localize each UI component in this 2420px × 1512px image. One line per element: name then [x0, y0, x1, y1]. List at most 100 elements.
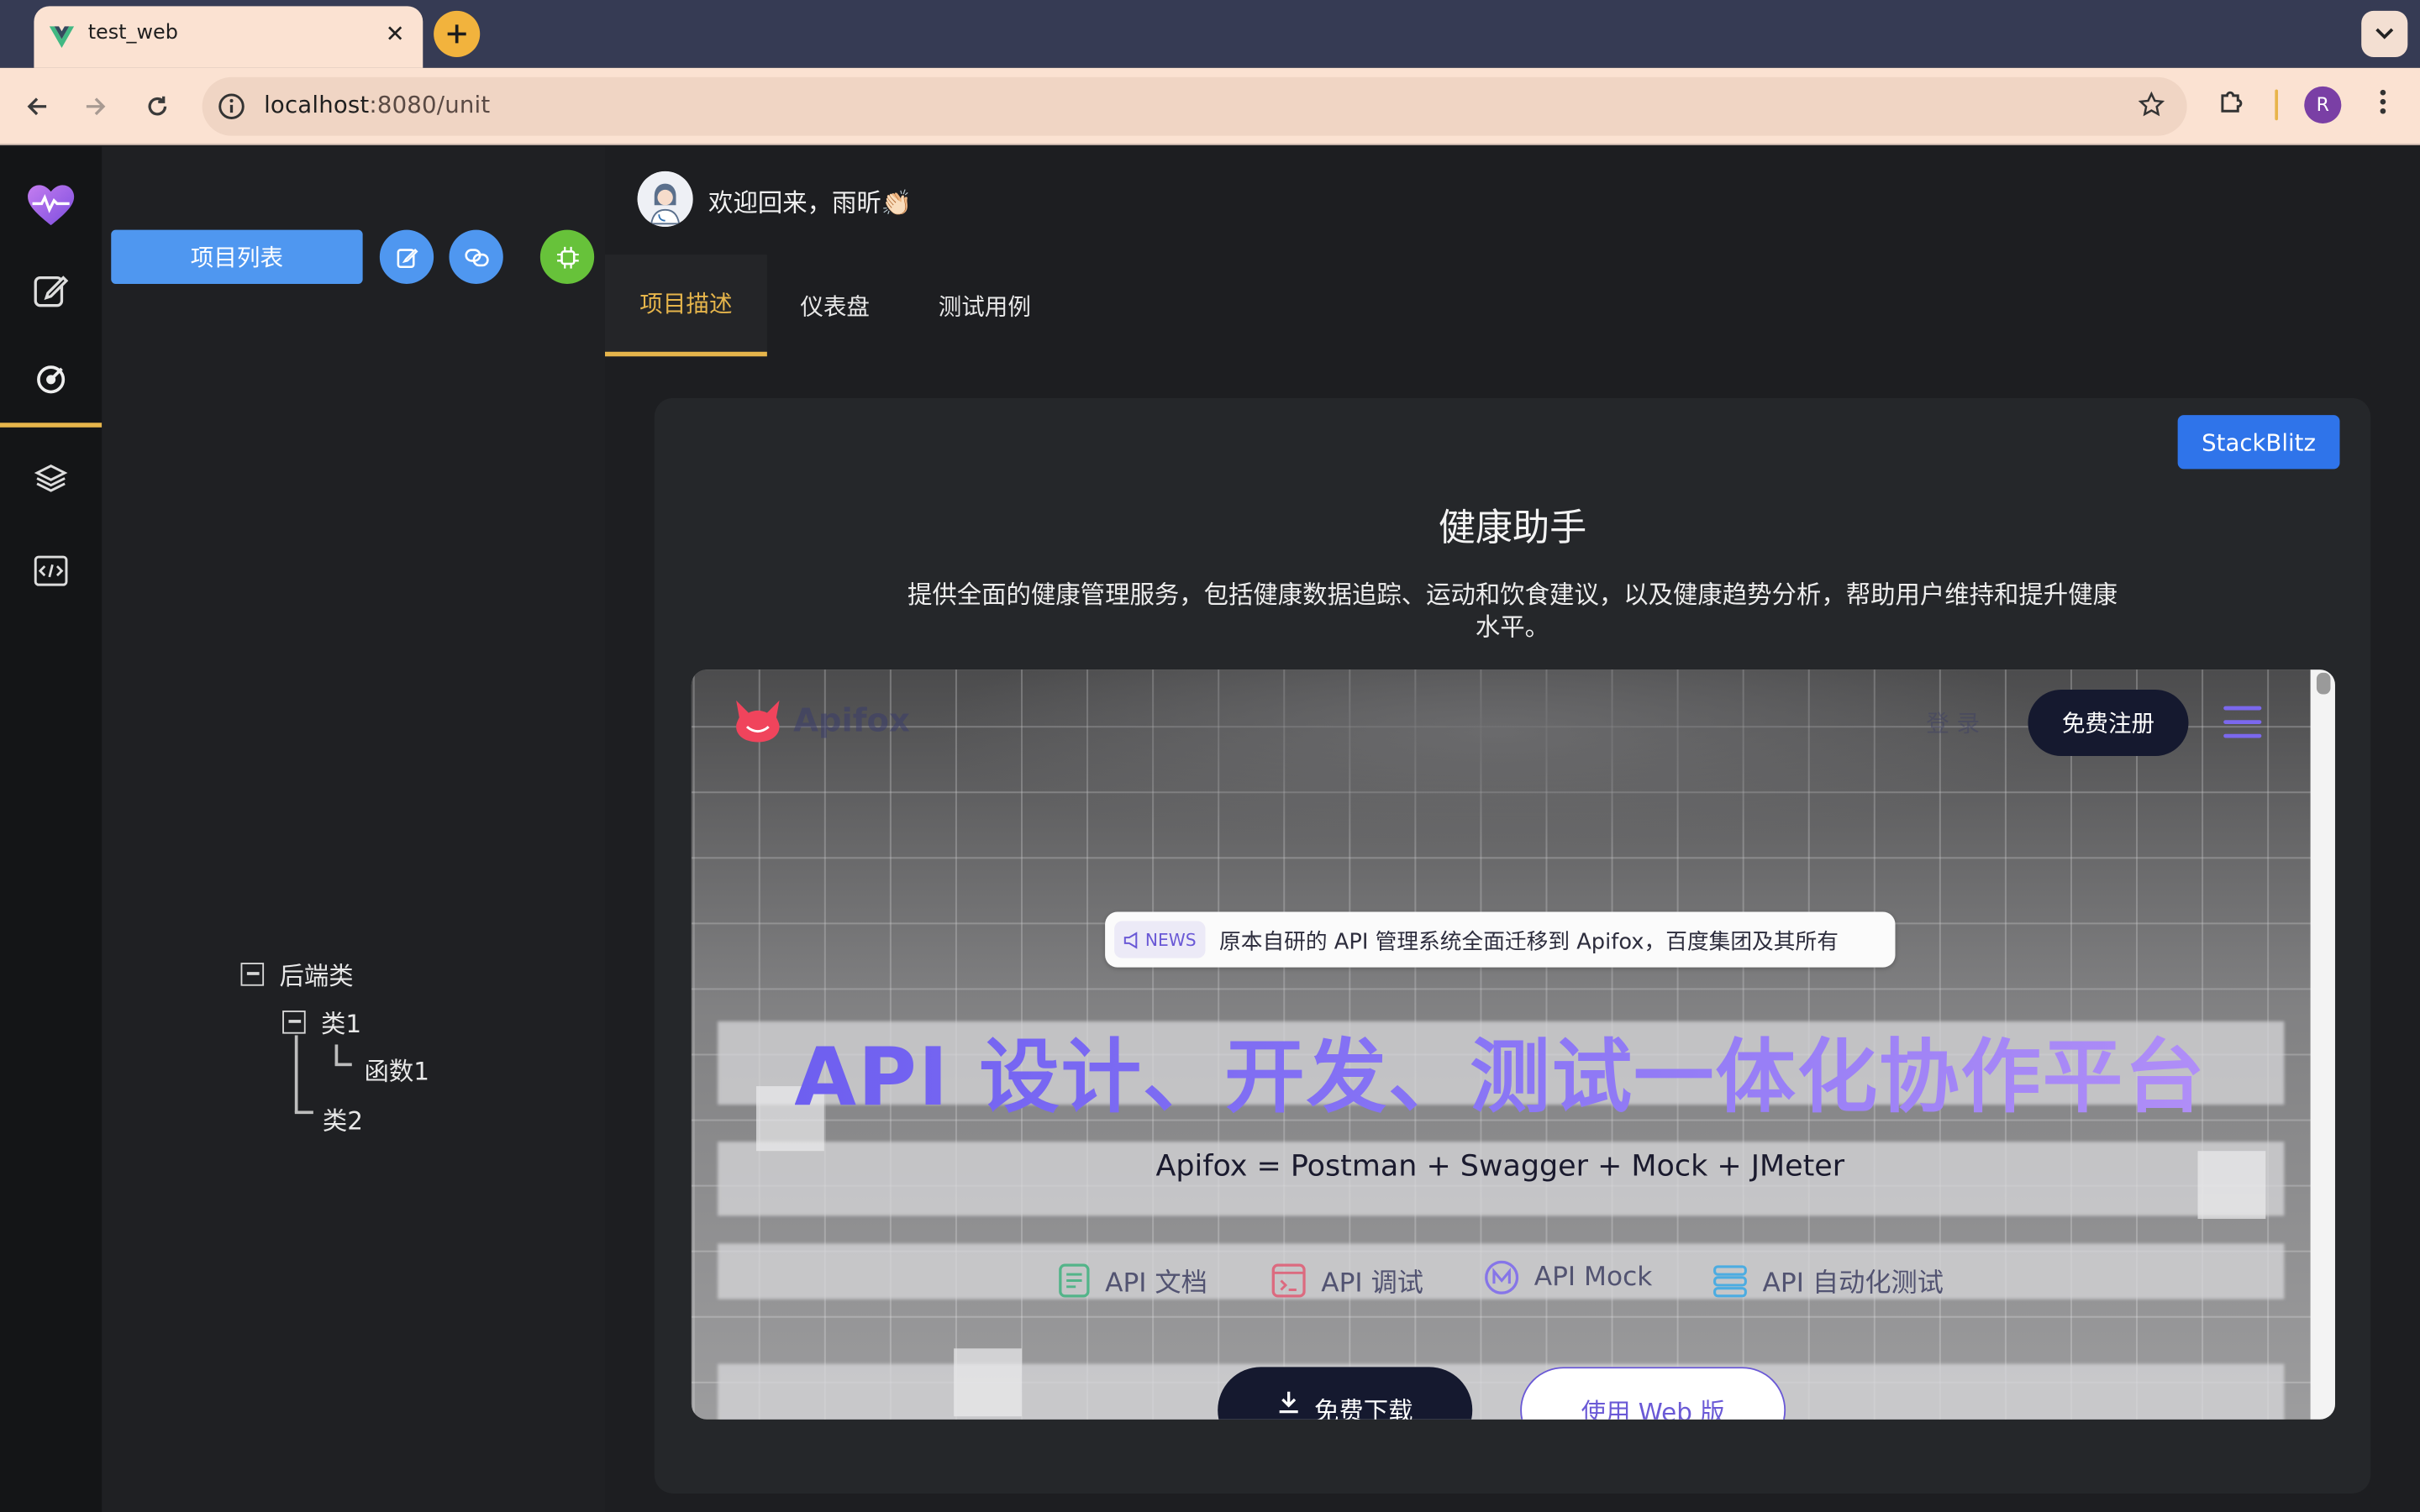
rail-item-edit[interactable] [0, 244, 102, 336]
project-description: 提供全面的健康管理服务，包括健康数据追踪、运动和饮食建议，以及健康趋势分析，帮助… [907, 580, 2118, 643]
feature-api-debug[interactable]: API 调试 [1271, 1261, 1423, 1299]
collapse-icon[interactable] [240, 962, 265, 985]
bookmark-star-icon[interactable] [2138, 91, 2165, 124]
download-button[interactable]: 免费下载 [1218, 1367, 1473, 1420]
tree-node-class2[interactable]: 类2 [323, 1100, 363, 1137]
toolbar-separator [2275, 89, 2279, 121]
scrollbar-thumb[interactable] [2316, 672, 2331, 695]
project-panel: 项目列表 后端类 类1 函数1 类2 [102, 146, 606, 1512]
link-icon [464, 248, 488, 266]
feature-label: API 自动化测试 [1762, 1268, 1944, 1299]
tab-search-button[interactable] [2361, 10, 2408, 57]
embedded-preview[interactable]: Apifox 登 录 免费注册 NEWS 原本自研的 API 管理系统全面迁移到… [691, 669, 2335, 1420]
chip-icon [556, 245, 578, 268]
feature-api-automation[interactable]: API 自动化测试 [1713, 1261, 1944, 1299]
tree-connector [334, 1063, 352, 1066]
heart-pulse-icon [28, 185, 75, 226]
hero-subtitle: Apifox = Postman + Swagger + Mock + JMet… [1155, 1149, 1845, 1184]
register-button[interactable]: 免费注册 [2028, 690, 2189, 757]
mock-m-icon [1485, 1260, 1519, 1294]
doctor-avatar-icon [637, 171, 693, 228]
reload-icon [148, 96, 167, 116]
download-label: 免费下载 [1313, 1396, 1413, 1420]
pixel-block [954, 1348, 1022, 1417]
blur-band [718, 1363, 2285, 1420]
tree-connector [334, 1044, 338, 1065]
edit-icon [34, 276, 69, 307]
tab-description[interactable]: 项目描述 [605, 255, 767, 357]
feature-label: API 调试 [1321, 1268, 1424, 1299]
apifox-logo[interactable]: Apifox [732, 697, 910, 743]
tree-node-backend[interactable]: 后端类 [240, 955, 354, 992]
feature-api-docs[interactable]: API 文档 [1059, 1261, 1207, 1299]
feature-label: API Mock [1534, 1262, 1653, 1294]
tree-label: 类1 [321, 1009, 362, 1039]
forward-button[interactable] [76, 87, 116, 127]
main-content: 欢迎回来，雨昕👏🏻 项目描述 仪表盘 测试用例 StackBlitz 健康助手 … [605, 146, 2420, 1512]
url-host: localhost [264, 91, 370, 119]
download-icon [1280, 1391, 1299, 1414]
sidebar-rail [0, 146, 103, 1512]
address-bar[interactable]: localhost:8080/unit [202, 76, 2187, 136]
browser-tab-strip: test_web ✕ [0, 0, 2420, 68]
extensions-puzzle-icon[interactable] [2217, 87, 2248, 123]
new-tab-button[interactable] [434, 10, 481, 57]
project-title: 健康助手 [1438, 506, 1587, 549]
tree-label: 函数1 [364, 1057, 429, 1087]
edit-project-button[interactable] [379, 229, 434, 284]
screen-root: test_web ✕ localhost:8080/unit R 项目列表 后端… [0, 0, 2420, 1512]
apifox-logo-icon [736, 700, 780, 743]
hero-title-text: API 设计、开发、测试一体化协作平台 [794, 1032, 2207, 1125]
preview-scrollbar[interactable] [2310, 669, 2335, 1420]
rail-item-health[interactable] [0, 159, 102, 251]
layers-icon [34, 465, 68, 492]
automation-stack-icon [1713, 1264, 1747, 1297]
news-text: 原本自研的 API 管理系统全面迁移到 Apifox，百度集团及其所有 [1219, 930, 1839, 955]
vue-favicon-icon [49, 24, 75, 54]
news-tag-label: NEWS [1144, 929, 1197, 950]
reload-button[interactable] [137, 87, 177, 127]
tab-title: test_web [87, 21, 178, 45]
tab-dashboard[interactable]: 仪表盘 [767, 255, 903, 356]
target-icon [37, 365, 66, 393]
url-path: :8080/unit [369, 91, 491, 119]
app-body: 项目列表 后端类 类1 函数1 类2 欢迎回来，雨昕👏🏻 项目描述 仪表盘 测试… [0, 146, 2420, 1512]
back-button[interactable] [17, 87, 57, 127]
news-tag: NEWS [1114, 921, 1206, 958]
more-menu-icon[interactable] [2369, 87, 2396, 123]
chevron-down-icon [2375, 28, 2394, 39]
chip-settings-button[interactable] [539, 229, 595, 284]
hamburger-menu-icon[interactable] [2223, 704, 2263, 747]
project-card: StackBlitz 健康助手 提供全面的健康管理服务，包括健康数据追踪、运动和… [654, 397, 2371, 1494]
plus-icon [447, 24, 466, 44]
stackblitz-button[interactable]: StackBlitz [2177, 415, 2340, 470]
tree-node-func1[interactable]: 函数1 [364, 1051, 429, 1088]
rail-item-code[interactable] [0, 524, 102, 617]
debug-window-icon [1271, 1263, 1306, 1297]
megaphone-icon [1123, 931, 1138, 948]
browser-tab[interactable]: test_web ✕ [34, 6, 424, 68]
hero-title: API 设计、开发、测试一体化协作平台 [692, 1012, 2309, 1128]
user-avatar[interactable] [637, 171, 693, 228]
url-text: localhost:8080/unit [264, 91, 490, 118]
tree-label: 后端类 [279, 961, 354, 991]
profile-avatar[interactable]: R [2304, 86, 2342, 123]
site-info-icon[interactable] [214, 90, 248, 123]
web-version-button[interactable]: 使用 Web 版 [1520, 1367, 1786, 1420]
collapse-icon[interactable] [282, 1010, 306, 1033]
browser-toolbar: localhost:8080/unit R [0, 67, 2420, 145]
news-banner[interactable]: NEWS 原本自研的 API 管理系统全面迁移到 Apifox，百度集团及其所有 [1105, 911, 1896, 968]
tree-label: 类2 [322, 1105, 363, 1136]
tab-test-cases[interactable]: 测试用例 [913, 255, 1055, 356]
document-icon [1059, 1263, 1090, 1297]
apifox-brand: Apifox [793, 701, 910, 739]
tree-node-class1[interactable]: 类1 [282, 1003, 361, 1040]
rail-item-target[interactable] [0, 335, 103, 428]
tree-connector [294, 1110, 313, 1114]
tab-close-icon[interactable]: ✕ [380, 18, 411, 50]
project-list-button[interactable]: 项目列表 [111, 229, 363, 284]
feature-api-mock[interactable]: API Mock [1485, 1260, 1653, 1294]
rail-item-layers[interactable] [0, 432, 102, 524]
login-link[interactable]: 登 录 [1926, 706, 1980, 739]
copy-link-button[interactable] [449, 229, 503, 284]
